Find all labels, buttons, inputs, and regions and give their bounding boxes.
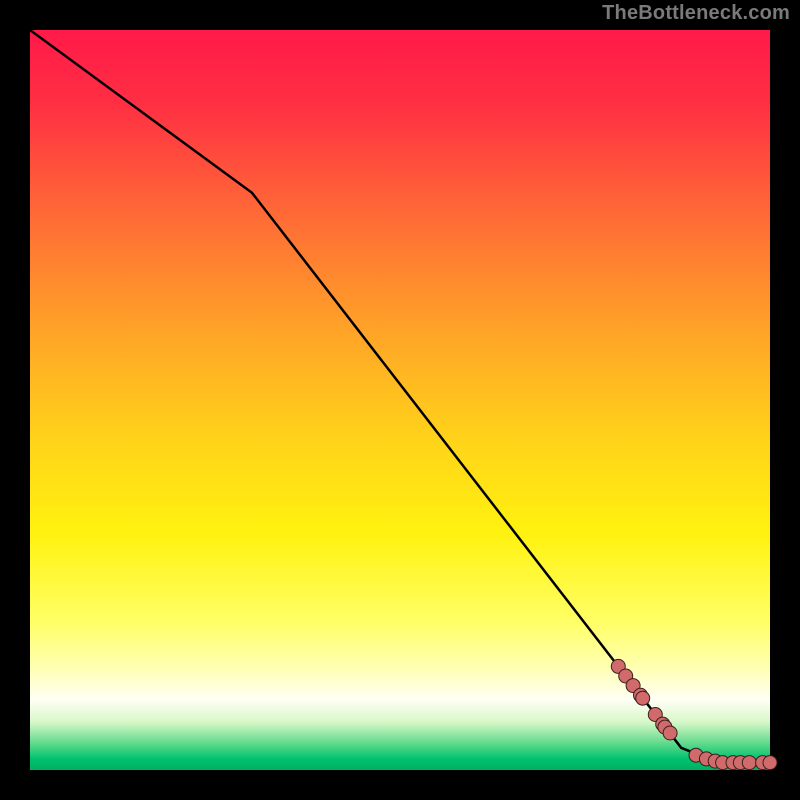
- plot-background: [30, 30, 770, 770]
- scatter-point: [636, 691, 650, 705]
- scatter-point: [742, 756, 756, 770]
- chart-figure: TheBottleneck.com: [0, 0, 800, 800]
- attribution-label: TheBottleneck.com: [602, 2, 790, 25]
- chart-svg: [0, 0, 800, 800]
- scatter-point: [763, 756, 777, 770]
- scatter-point: [663, 726, 677, 740]
